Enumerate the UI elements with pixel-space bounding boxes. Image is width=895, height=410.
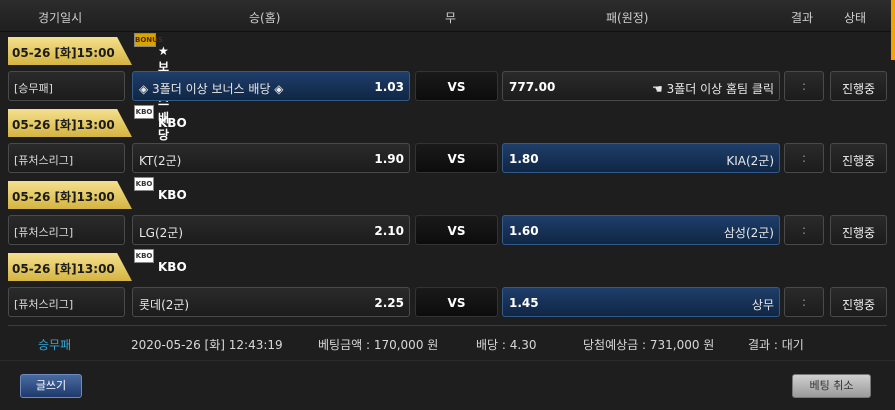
home-odds: 2.10 — [374, 224, 404, 238]
match-score: : — [784, 287, 824, 317]
header-time: 경기일시 — [38, 11, 83, 25]
bet-result: 결과 : 대기 — [748, 338, 804, 352]
bet-datetime: 2020-05-26 [화] 12:43:19 — [131, 338, 283, 352]
league-name: KBO — [158, 116, 187, 130]
away-team: KIA(2군) — [726, 154, 774, 168]
cancel-bet-button[interactable]: 베팅 취소 — [792, 374, 871, 398]
bet-type: 승무패 — [38, 338, 72, 352]
header-away: 패(원정) — [606, 11, 649, 25]
home-odds-button[interactable]: LG(2군) 2.10 — [132, 215, 410, 245]
home-odds: 2.25 — [374, 296, 404, 310]
header-result: 결과 — [791, 11, 814, 25]
status-badge: 진행중 — [830, 71, 887, 101]
footer: 글쓰기 베팅 취소 — [0, 360, 895, 410]
table-header: 경기일시 승(홈) 무 패(원정) 결과 상태 — [0, 0, 895, 32]
match-category: [승무패] — [8, 71, 125, 101]
kbo-logo-icon: KBO — [134, 249, 154, 263]
kbo-logo-icon: KBO — [134, 105, 154, 119]
match-date: 05-26 [화]13:00 — [8, 109, 132, 137]
draw-button[interactable]: VS — [415, 215, 498, 245]
away-team: ☚ 3폴더 이상 홈팀 클릭 — [652, 82, 774, 96]
bet-summary: 승무패 2020-05-26 [화] 12:43:19 베팅금액 : 170,0… — [8, 325, 887, 359]
accent-strip — [891, 0, 895, 60]
match-date: 05-26 [화]13:00 — [8, 181, 132, 209]
home-odds: 1.90 — [374, 152, 404, 166]
match-score: : — [784, 71, 824, 101]
home-odds: 1.03 — [374, 80, 404, 94]
home-team: 롯데(2군) — [139, 298, 190, 312]
match-category: [퓨처스리그] — [8, 287, 125, 317]
bonus-icon: BONUS — [134, 33, 163, 47]
away-odds-button[interactable]: 1.60 삼성(2군) — [502, 215, 780, 245]
status-badge: 진행중 — [830, 287, 887, 317]
away-odds: 1.45 — [509, 296, 539, 310]
match-category: [퓨처스리그] — [8, 215, 125, 245]
home-team: KT(2군) — [139, 154, 182, 168]
draw-button[interactable]: VS — [415, 287, 498, 317]
away-odds: 1.80 — [509, 152, 539, 166]
status-badge: 진행중 — [830, 143, 887, 173]
match-score: : — [784, 215, 824, 245]
league-name: KBO — [158, 188, 187, 202]
away-team: 상무 — [751, 298, 774, 312]
home-odds-button[interactable]: 롯데(2군) 2.25 — [132, 287, 410, 317]
header-home: 승(홈) — [249, 11, 281, 25]
kbo-logo-icon: KBO — [134, 177, 154, 191]
header-status: 상태 — [844, 11, 867, 25]
away-odds-button[interactable]: 777.00 ☚ 3폴더 이상 홈팀 클릭 — [502, 71, 780, 101]
away-odds-button[interactable]: 1.45 상무 — [502, 287, 780, 317]
draw-button[interactable]: VS — [415, 143, 498, 173]
match-date: 05-26 [화]13:00 — [8, 253, 132, 281]
write-button[interactable]: 글쓰기 — [20, 374, 82, 398]
status-badge: 진행중 — [830, 215, 887, 245]
bet-amount: 베팅금액 : 170,000 원 — [318, 338, 439, 352]
away-odds: 1.60 — [509, 224, 539, 238]
draw-button[interactable]: VS — [415, 71, 498, 101]
home-odds-button[interactable]: ◈ 3폴더 이상 보너스 배당 ◈ 1.03 — [132, 71, 410, 101]
league-name: KBO — [158, 260, 187, 274]
home-team: LG(2군) — [139, 226, 184, 240]
away-odds-button[interactable]: 1.80 KIA(2군) — [502, 143, 780, 173]
header-draw: 무 — [445, 11, 457, 25]
match-score: : — [784, 143, 824, 173]
bet-odds: 배당 : 4.30 — [476, 338, 537, 352]
match-date: 05-26 [화]15:00 — [8, 37, 132, 65]
expected-win: 당첨예상금 : 731,000 원 — [583, 338, 715, 352]
away-odds: 777.00 — [509, 80, 556, 94]
home-team: ◈ 3폴더 이상 보너스 배당 ◈ — [139, 82, 284, 96]
home-odds-button[interactable]: KT(2군) 1.90 — [132, 143, 410, 173]
match-category: [퓨처스리그] — [8, 143, 125, 173]
away-team: 삼성(2군) — [723, 226, 774, 240]
